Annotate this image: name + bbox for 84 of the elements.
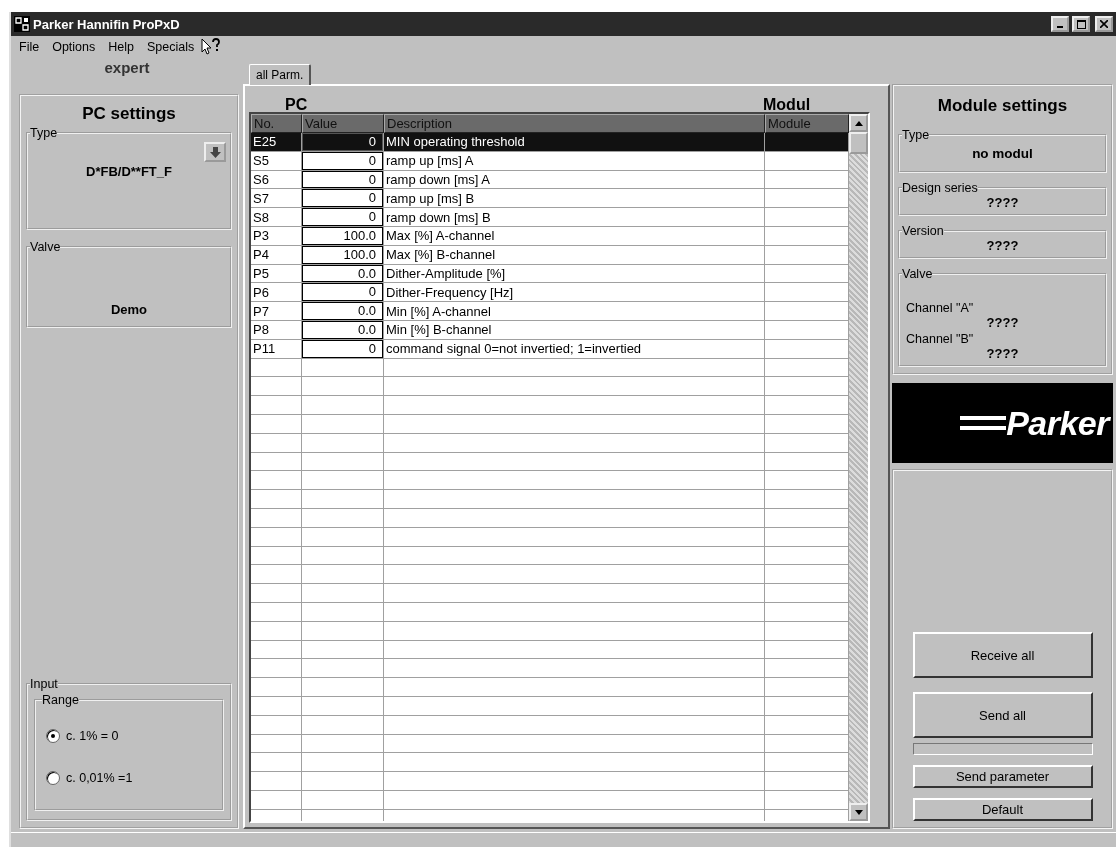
column-header[interactable]: No.	[251, 114, 302, 133]
radio-label: c. 0,01% =1	[66, 771, 133, 785]
panel-title: PC settings	[81, 104, 177, 124]
table-cell: ramp down [ms] B	[384, 208, 765, 226]
channel-label: Channel "A"	[906, 301, 975, 315]
table-cell: command signal 0=not invertied; 1=invertied	[384, 339, 765, 358]
column-header[interactable]: Module	[765, 114, 849, 133]
group-heading: PC	[285, 96, 308, 114]
stripe-icon	[960, 416, 1007, 430]
table-cell: ramp up [ms] A	[384, 151, 765, 170]
group-label: Valve	[30, 240, 61, 254]
value-field[interactable]: 0.0	[302, 302, 383, 320]
type-value: no modul	[971, 145, 1034, 163]
group-label: Design series	[902, 181, 978, 195]
table-row[interactable]: E25 0 MIN operating threshold	[251, 133, 849, 152]
table-cell: Dither-Frequency [Hz]	[384, 283, 765, 302]
table-row[interactable]: S5 0 ramp up [ms] A	[251, 151, 849, 171]
minimize-button[interactable]	[1051, 16, 1069, 32]
table-row[interactable]: S8 0 ramp down [ms] B	[251, 208, 849, 227]
action-button[interactable]: Send all	[912, 692, 1093, 738]
menu-item[interactable]: File	[19, 40, 40, 54]
radio-button[interactable]	[46, 729, 60, 743]
close-icon	[1100, 20, 1108, 28]
logo-text: Parker	[1006, 403, 1109, 443]
table-row[interactable]: P3 100.0 Max [%] A-channel	[251, 227, 849, 246]
table-row[interactable]: P8 0.0 Min [%] B-channel	[251, 320, 849, 340]
menu-item[interactable]: Help	[108, 40, 134, 54]
menu-item[interactable]: Options	[52, 40, 96, 54]
radio-label: c. 1% = 0	[66, 729, 119, 743]
table-row[interactable]: S6 0 ramp down [ms] A	[251, 170, 849, 190]
table-cell: Max [%] A-channel	[384, 227, 765, 245]
table-row[interactable]: P7 0.0 Min [%] A-channel	[251, 302, 849, 321]
up-arrow-icon	[854, 120, 863, 126]
table-cell: MIN operating threshold	[384, 133, 765, 151]
value-field[interactable]: 0	[302, 208, 383, 226]
menu-item[interactable]: Specials	[146, 40, 195, 54]
mode-label: expert	[103, 58, 151, 78]
table-row[interactable]: P6 0 Dither-Frequency [Hz]	[251, 283, 849, 303]
scroll-up-button[interactable]	[849, 114, 868, 132]
down-arrow-icon	[209, 146, 221, 158]
group-label: Type	[902, 128, 930, 142]
scroll-down-button[interactable]	[849, 803, 868, 821]
group-label: Range	[42, 693, 79, 707]
valve-value: Demo	[109, 302, 149, 317]
action-button[interactable]: Send parameter	[912, 765, 1093, 788]
channel-value: ????	[985, 315, 1020, 330]
table-cell: Dither-Amplitude [%]	[384, 264, 765, 283]
close-button[interactable]	[1095, 16, 1113, 32]
table-cell: ramp down [ms] A	[384, 170, 765, 189]
tab[interactable]: all Parm.	[249, 64, 312, 85]
table-cell: Min [%] B-channel	[384, 320, 765, 339]
app-icon	[14, 16, 30, 32]
down-arrow-icon	[854, 809, 863, 815]
table-cell: ramp up [ms] B	[384, 189, 765, 208]
design-series-value: ????	[985, 195, 1020, 210]
table-row[interactable]: P11 0 command signal 0=not invertied; 1=invertied	[251, 339, 849, 359]
channel-value: ????	[985, 346, 1020, 361]
action-button[interactable]: Receive all	[912, 632, 1093, 678]
table-cell: Max [%] B-channel	[384, 245, 765, 264]
maximize-button[interactable]	[1072, 16, 1090, 32]
group-label: Type	[30, 126, 58, 140]
scrollbar-thumb[interactable]	[849, 132, 868, 154]
group-label: Input	[30, 677, 58, 691]
window-title: Parker Hannifin ProPxD	[33, 16, 180, 32]
version-value: ????	[985, 238, 1020, 253]
value-field[interactable]: 0	[302, 133, 383, 151]
download-button[interactable]	[204, 142, 226, 162]
type-value: D*FB/D**FT_F	[85, 164, 173, 179]
table-row[interactable]: S7 0 ramp up [ms] B	[251, 189, 849, 209]
table-row[interactable]: P5 0.0 Dither-Amplitude [%]	[251, 264, 849, 284]
panel-title: Module settings	[936, 96, 1069, 116]
value-field[interactable]: 0	[302, 283, 383, 302]
table-row[interactable]: P4 100.0 Max [%] B-channel	[251, 245, 849, 265]
value-field[interactable]: 0	[302, 189, 383, 208]
help-pointer-icon[interactable]	[201, 38, 222, 56]
group-label: Valve	[902, 267, 933, 281]
group-label: Version	[902, 224, 944, 238]
group-heading: Modul	[763, 96, 811, 114]
action-button[interactable]: Default	[912, 798, 1093, 821]
channel-label: Channel "B"	[906, 332, 975, 346]
column-header[interactable]: Description	[384, 114, 765, 133]
maximize-icon	[1076, 19, 1086, 29]
radio-button[interactable]	[46, 771, 60, 785]
table-cell: Min [%] A-channel	[384, 302, 765, 320]
